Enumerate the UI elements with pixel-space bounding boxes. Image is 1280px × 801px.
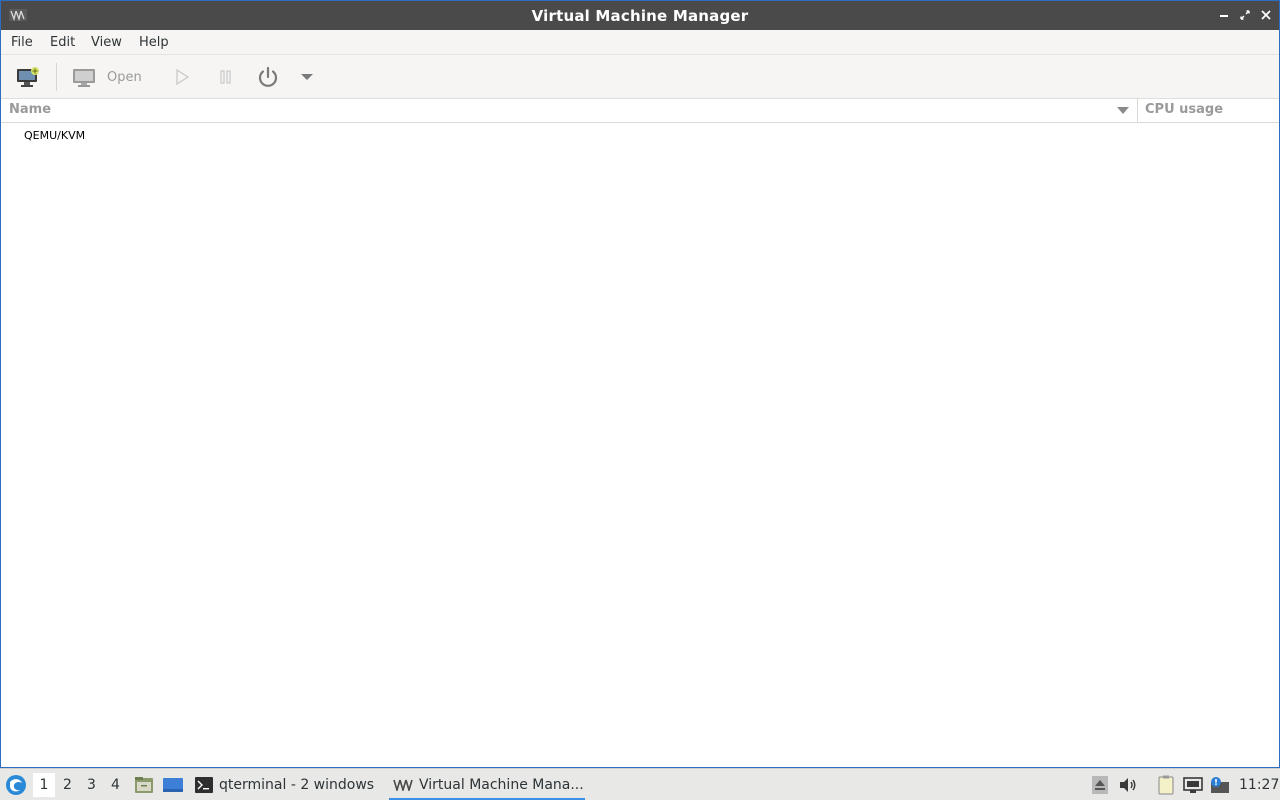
menu-help[interactable]: Help bbox=[139, 35, 169, 50]
column-header-cpu-usage[interactable]: CPU usage bbox=[1145, 102, 1223, 117]
vm-list[interactable]: QEMU/KVM bbox=[1, 123, 1279, 767]
maximize-icon bbox=[1240, 10, 1250, 20]
column-divider[interactable] bbox=[1137, 99, 1138, 122]
workspace-4[interactable]: 4 bbox=[111, 769, 120, 801]
run-button[interactable] bbox=[169, 61, 195, 93]
eject-icon bbox=[1092, 776, 1108, 794]
sort-indicator-icon[interactable] bbox=[1117, 107, 1129, 114]
window-titlebar[interactable]: Virtual Machine Manager bbox=[1, 1, 1279, 30]
new-vm-icon bbox=[17, 67, 39, 87]
window-title: Virtual Machine Manager bbox=[531, 7, 749, 25]
show-desktop-launcher[interactable] bbox=[161, 769, 185, 801]
pause-button[interactable] bbox=[213, 61, 239, 93]
close-icon bbox=[1261, 10, 1271, 20]
volume-button[interactable] bbox=[1118, 769, 1138, 801]
network-button[interactable] bbox=[1183, 769, 1203, 801]
power-icon bbox=[258, 66, 278, 87]
connection-name: QEMU/KVM bbox=[24, 129, 86, 142]
desktop-icon bbox=[163, 778, 183, 792]
column-header-name[interactable]: Name bbox=[9, 102, 51, 117]
volume-icon bbox=[1120, 778, 1136, 792]
shutdown-menu-button[interactable] bbox=[297, 61, 317, 93]
minimize-button[interactable] bbox=[1217, 8, 1231, 22]
menu-edit[interactable]: Edit bbox=[50, 35, 75, 50]
start-menu-button[interactable] bbox=[4, 769, 28, 801]
new-vm-button[interactable] bbox=[11, 61, 45, 93]
menubar: File Edit View Help bbox=[1, 30, 1279, 55]
lxqt-logo-icon bbox=[6, 775, 26, 795]
terminal-icon bbox=[195, 777, 213, 793]
task-label: Virtual Machine Mana... bbox=[419, 777, 584, 793]
toolbar: Open bbox=[1, 55, 1279, 99]
tray-expand-button[interactable] bbox=[1091, 769, 1109, 801]
network-icon bbox=[1183, 777, 1203, 793]
workspace-1[interactable]: 1 bbox=[33, 773, 55, 797]
updates-button[interactable] bbox=[1208, 769, 1230, 801]
monitor-icon bbox=[73, 69, 95, 87]
open-button-label: Open bbox=[107, 69, 142, 85]
minimize-icon bbox=[1220, 15, 1228, 17]
maximize-button[interactable] bbox=[1238, 8, 1252, 22]
file-manager-launcher[interactable] bbox=[133, 769, 155, 801]
virt-manager-window: Virtual Machine Manager File Edit View H… bbox=[0, 0, 1280, 768]
menu-file[interactable]: File bbox=[11, 35, 33, 50]
task-label: qterminal - 2 windows bbox=[219, 777, 375, 793]
play-icon bbox=[176, 68, 190, 86]
notification-icon bbox=[1211, 777, 1229, 793]
close-button[interactable] bbox=[1259, 8, 1273, 22]
connection-row[interactable]: QEMU/KVM bbox=[1, 127, 1279, 145]
chevron-down-icon bbox=[301, 74, 313, 80]
taskbar: 1 2 3 4 qterminal - 2 windows Virtual Ma… bbox=[0, 768, 1280, 800]
open-button[interactable]: Open bbox=[71, 61, 151, 93]
list-header: Name CPU usage bbox=[1, 99, 1279, 123]
shutdown-button[interactable] bbox=[253, 61, 283, 93]
clipboard-button[interactable] bbox=[1156, 769, 1176, 801]
virt-manager-icon bbox=[393, 779, 413, 791]
workspace-3[interactable]: 3 bbox=[87, 769, 96, 801]
clock[interactable]: 11:27 bbox=[1239, 769, 1279, 801]
pause-icon bbox=[220, 70, 231, 84]
file-manager-icon bbox=[135, 777, 153, 793]
menu-view[interactable]: View bbox=[91, 35, 122, 50]
task-qterminal[interactable]: qterminal - 2 windows bbox=[195, 769, 374, 801]
task-virt-manager[interactable]: Virtual Machine Mana... bbox=[393, 769, 584, 801]
workspace-2[interactable]: 2 bbox=[63, 769, 72, 801]
toolbar-separator bbox=[56, 63, 57, 91]
clipboard-icon bbox=[1158, 775, 1174, 795]
